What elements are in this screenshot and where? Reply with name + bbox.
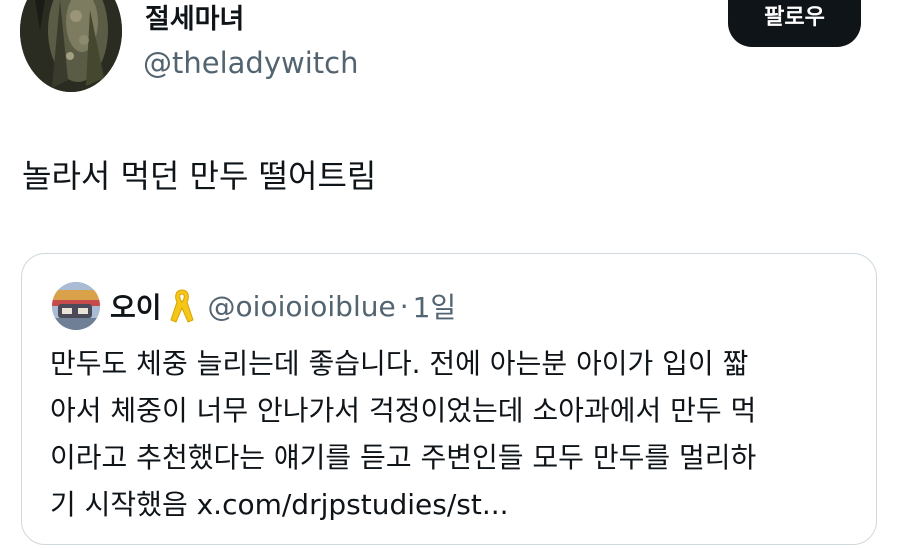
follow-button[interactable]: 팔로우 bbox=[728, 0, 861, 47]
quoted-tweet-line: 만두도 체중 늘리는데 좋습니다. 전에 아는분 아이가 입이 짧 bbox=[50, 347, 749, 380]
quoted-tweet-separator: · bbox=[399, 289, 409, 323]
tweet-text: 놀라서 먹던 만두 떨어트림 bbox=[22, 157, 377, 195]
yellow-ribbon-icon bbox=[168, 287, 196, 325]
author-avatar[interactable] bbox=[20, 0, 122, 92]
quoted-author-avatar[interactable] bbox=[52, 282, 100, 330]
quoted-author-name[interactable]: 오이 bbox=[110, 286, 162, 326]
author-handle[interactable]: @theladywitch bbox=[143, 44, 358, 82]
quoted-tweet-card[interactable]: 오이 @oioioioiblue · 1일 만두도 체중 늘리는데 좋습니다. … bbox=[21, 253, 877, 545]
author-display-name[interactable]: 절세마녀 bbox=[145, 2, 244, 38]
tweet-page: 절세마녀 @theladywitch 팔로우 놀라서 먹던 만두 떨어트림 오이 bbox=[0, 0, 900, 548]
quoted-tweet-header: 오이 @oioioioiblue · 1일 bbox=[110, 286, 456, 326]
quoted-tweet-text: 만두도 체중 늘리는데 좋습니다. 전에 아는분 아이가 입이 짧 아서 체중이… bbox=[50, 340, 860, 528]
follow-button-label: 팔로우 bbox=[764, 5, 825, 30]
quoted-tweet-line: 기 시작했음 x.com/drjpstudies/st... bbox=[50, 488, 509, 521]
quoted-author-handle[interactable]: @oioioioiblue bbox=[208, 290, 396, 323]
quoted-tweet-time[interactable]: 1일 bbox=[413, 286, 457, 326]
quoted-tweet-line: 아서 체중이 너무 안나가서 걱정이었는데 소아과에서 만두 먹 bbox=[50, 394, 757, 427]
quoted-tweet-line: 이라고 추천했다는 얘기를 듣고 주변인들 모두 만두를 멀리하 bbox=[50, 441, 757, 474]
